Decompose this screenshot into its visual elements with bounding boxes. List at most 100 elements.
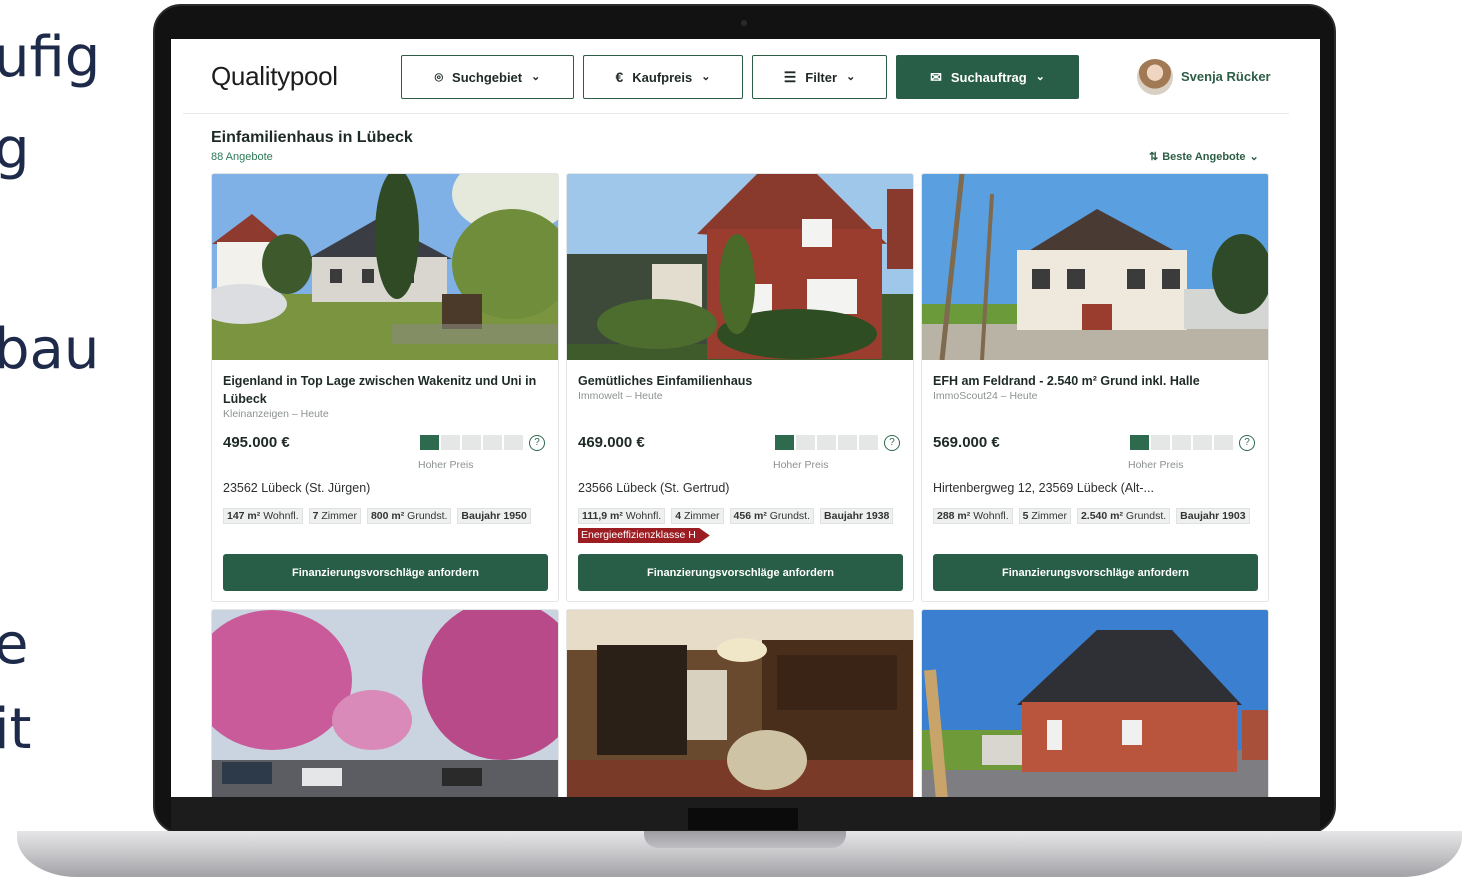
listing-source: Immowelt – Heute [578, 390, 663, 402]
search-order-label: Suchauftrag [950, 69, 1027, 85]
filter-label: Filter [805, 69, 838, 85]
sliders-icon: ☰ [783, 69, 797, 85]
price-rating-meter [775, 435, 878, 450]
listing-title[interactable]: Eigenland in Top Lage zwischen Wakenitz … [223, 372, 549, 408]
sort-label: Beste Angebote [1162, 150, 1246, 163]
listing-card[interactable] [921, 609, 1269, 797]
listing-address: 23562 Lübeck (St. Jürgen) [223, 481, 371, 495]
help-icon[interactable]: ? [529, 435, 545, 451]
marketing-stage: ufig g bau e it Qualitypool ⌾ Suchgebiet… [0, 0, 1462, 877]
listing-price: 495.000 € [223, 434, 290, 451]
help-icon[interactable]: ? [884, 435, 900, 451]
meter-segment-filled [420, 435, 439, 450]
result-count: 88 Angebote [211, 151, 273, 163]
listing-address: Hirtenbergweg 12, 23569 Lübeck (Alt-... [933, 481, 1154, 495]
tag-build-year: Baujahr 1938 [820, 508, 894, 524]
page-title: Einfamilienhaus in Lübeck [211, 129, 413, 146]
listing-photo [567, 610, 913, 797]
tag-plot-area: 456 m² Grundst. [729, 508, 815, 524]
chevron-down-icon: ⌄ [846, 70, 856, 83]
listing-tags: 111,9 m² Wohnfl. 4 Zimmer 456 m² Grundst… [578, 508, 908, 524]
location-pin-icon: ⌾ [434, 69, 444, 85]
side-text-line: e [0, 612, 29, 677]
help-icon[interactable]: ? [1239, 435, 1255, 451]
user-name[interactable]: Svenja Rücker [1181, 69, 1271, 84]
listing-photo [212, 174, 558, 360]
tag-rooms: 5 Zimmer [1018, 508, 1071, 524]
listing-price: 569.000 € [933, 434, 1000, 451]
chevron-down-icon: ⌄ [1035, 70, 1045, 83]
price-rating-label: Hoher Preis [1128, 459, 1184, 471]
price-rating-meter [420, 435, 523, 450]
meter-segment-empty [796, 435, 815, 450]
listing-source: Kleinanzeigen – Heute [223, 408, 329, 420]
app-logo[interactable]: Qualitypool [211, 61, 338, 92]
listing-photo [922, 610, 1268, 797]
tag-rooms: 7 Zimmer [308, 508, 361, 524]
listing-photo [567, 174, 913, 360]
listing-photo [212, 610, 558, 797]
meter-segment-filled [775, 435, 794, 450]
meter-segment-empty [859, 435, 878, 450]
tag-plot-area: 2.540 m² Grundst. [1076, 508, 1171, 524]
purchase-price-label: Kaufpreis [632, 69, 693, 85]
request-financing-button[interactable]: Finanzierungsvorschläge anfordern [223, 554, 548, 591]
request-financing-button[interactable]: Finanzierungsvorschläge anfordern [578, 554, 903, 591]
sort-arrows-icon: ⇅ [1149, 151, 1159, 163]
meter-segment-empty [1214, 435, 1233, 450]
listing-card[interactable] [211, 609, 559, 797]
listing-tags: 147 m² Wohnfl. 7 Zimmer 800 m² Grundst. … [223, 508, 553, 524]
listing-tags: 288 m² Wohnfl. 5 Zimmer 2.540 m² Grundst… [933, 508, 1263, 524]
euro-icon: € [615, 69, 624, 85]
laptop-screen: Qualitypool ⌾ Suchgebiet ⌄ € Kaufpreis ⌄… [171, 39, 1320, 797]
listing-source: ImmoScout24 – Heute [933, 390, 1038, 402]
request-financing-button[interactable]: Finanzierungsvorschläge anfordern [933, 554, 1258, 591]
tag-build-year: Baujahr 1950 [457, 508, 531, 524]
search-area-label: Suchgebiet [452, 69, 523, 85]
mail-search-icon: ✉ [930, 69, 942, 85]
tag-living-area: 111,9 m² Wohnfl. [578, 508, 666, 524]
tag-build-year: Baujahr 1903 [1176, 508, 1250, 524]
meter-segment-filled [1130, 435, 1149, 450]
side-text-line: ufig [0, 25, 101, 90]
chevron-down-icon: ⌄ [1249, 151, 1259, 163]
listing-card[interactable] [566, 609, 914, 797]
side-text-line: g [0, 117, 30, 182]
meter-segment-empty [504, 435, 523, 450]
chevron-down-icon: ⌄ [701, 70, 711, 83]
side-text-line: bau [0, 317, 100, 382]
search-area-button[interactable]: ⌾ Suchgebiet ⌄ [401, 55, 574, 99]
side-text-line: it [0, 697, 32, 762]
sort-dropdown[interactable]: ⇅ Beste Angebote ⌄ [1149, 150, 1259, 164]
price-rating-label: Hoher Preis [418, 459, 474, 471]
laptop-notch [644, 831, 846, 848]
meter-segment-empty [1151, 435, 1170, 450]
meter-segment-empty [1193, 435, 1212, 450]
tag-plot-area: 800 m² Grundst. [366, 508, 452, 524]
listing-title[interactable]: EFH am Feldrand - 2.540 m² Grund inkl. H… [933, 372, 1259, 390]
avatar[interactable] [1137, 59, 1173, 95]
search-order-button[interactable]: ✉ Suchauftrag ⌄ [896, 55, 1079, 99]
listing-card[interactable]: EFH am Feldrand - 2.540 m² Grund inkl. H… [921, 173, 1269, 602]
tag-living-area: 288 m² Wohnfl. [933, 508, 1013, 524]
price-rating-label: Hoher Preis [773, 459, 829, 471]
listing-address: 23566 Lübeck (St. Gertrud) [578, 481, 730, 495]
listing-title[interactable]: Gemütliches Einfamilienhaus [578, 372, 904, 390]
listing-photo [922, 174, 1268, 360]
filter-button[interactable]: ☰ Filter ⌄ [752, 55, 887, 99]
camera-icon [741, 20, 747, 26]
meter-segment-empty [838, 435, 857, 450]
meter-segment-empty [483, 435, 502, 450]
meter-segment-empty [441, 435, 460, 450]
chevron-down-icon: ⌄ [531, 70, 541, 83]
listing-card[interactable]: Eigenland in Top Lage zwischen Wakenitz … [211, 173, 559, 602]
purchase-price-button[interactable]: € Kaufpreis ⌄ [583, 55, 743, 99]
listing-card[interactable]: Gemütliches Einfamilienhaus Immowelt – H… [566, 173, 914, 602]
meter-segment-empty [462, 435, 481, 450]
tag-living-area: 147 m² Wohnfl. [223, 508, 303, 524]
meter-segment-empty [817, 435, 836, 450]
header-divider [183, 113, 1289, 114]
listing-price: 469.000 € [578, 434, 645, 451]
tag-rooms: 4 Zimmer [671, 508, 724, 524]
price-rating-meter [1130, 435, 1233, 450]
